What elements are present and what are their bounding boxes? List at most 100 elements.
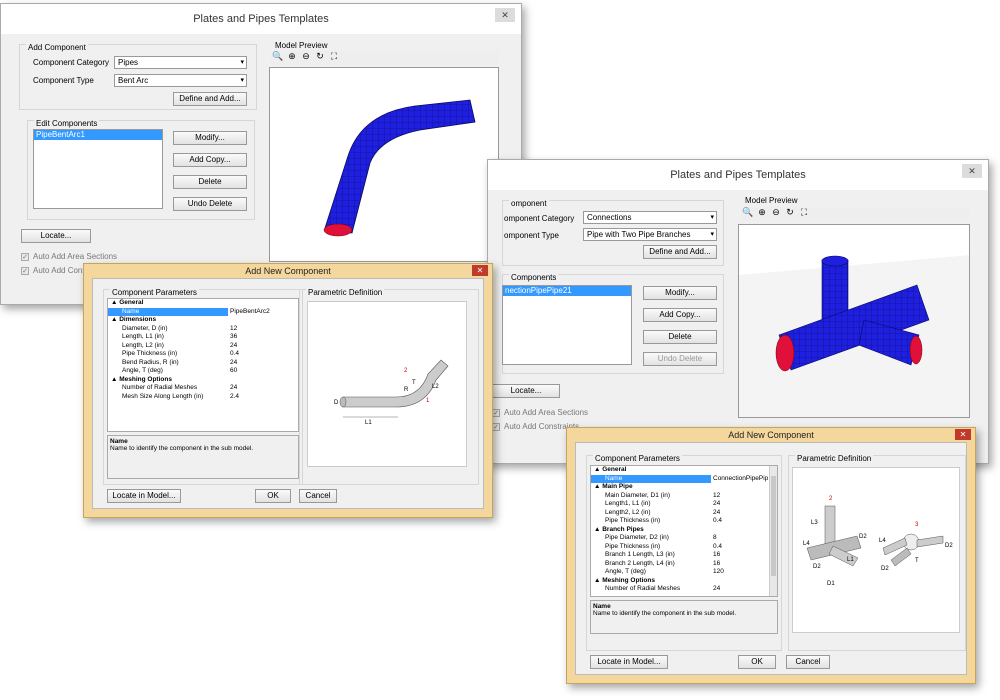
undo-delete-button[interactable]: Undo Delete — [173, 197, 247, 211]
add-copy-button[interactable]: Add Copy... — [173, 153, 247, 167]
locate-in-model-button[interactable]: Locate in Model... — [107, 489, 181, 503]
property-value[interactable]: 24 — [228, 384, 298, 393]
grid-property-row[interactable]: Name PipeBentArc2 — [108, 307, 298, 317]
fit-view-icon[interactable]: ⛶ — [327, 51, 341, 62]
grid-property-row[interactable]: Angle, T (deg) 120 — [591, 568, 777, 577]
zoom-window-icon[interactable]: 🔍 — [741, 207, 755, 218]
fit-view-icon[interactable]: ⛶ — [797, 207, 811, 218]
grid-property-row[interactable]: Bend Radius, R (in) 24 — [108, 359, 298, 368]
property-value[interactable]: 0.4 — [228, 350, 298, 359]
close-button[interactable]: ✕ — [955, 429, 971, 440]
grid-property-row[interactable]: Length1, L1 (in) 24 — [591, 500, 777, 509]
type-select[interactable]: Pipe with Two Pipe Branches ▾ — [583, 228, 717, 241]
auto-area-checkbox[interactable]: ✓ Auto Add Area Sections — [492, 408, 588, 417]
grid-property-row[interactable]: Number of Radial Meshes 24 — [108, 384, 298, 393]
close-button[interactable]: ✕ — [495, 8, 515, 22]
property-grid[interactable]: ▲ General Name ConnectionPipePip ▲ Main Pip… — [590, 465, 778, 597]
grid-property-row[interactable]: Pipe Thickness (in) 0.4 — [108, 350, 298, 359]
property-value[interactable]: 60 — [228, 367, 298, 376]
delete-button[interactable]: Delete — [173, 175, 247, 189]
zoom-out-icon[interactable]: ⊖ — [299, 51, 313, 62]
modify-button[interactable]: Modify... — [173, 131, 247, 145]
property-value[interactable]: 12 — [228, 325, 298, 334]
property-value[interactable] — [228, 316, 298, 325]
property-value[interactable] — [711, 526, 777, 535]
close-button[interactable]: ✕ — [472, 265, 488, 276]
category-select[interactable]: Connections ▾ — [583, 211, 717, 224]
property-value[interactable]: 120 — [711, 568, 777, 577]
list-item[interactable]: PipeBentArc1 — [34, 130, 162, 140]
property-value[interactable]: 16 — [711, 551, 777, 560]
ok-button[interactable]: OK — [255, 489, 291, 503]
property-value[interactable]: 24 — [711, 509, 777, 518]
property-value[interactable]: ConnectionPipePip — [711, 475, 777, 484]
components-list[interactable]: nectionPipePipe21 — [502, 285, 632, 365]
grid-property-row[interactable]: Diameter, D (in) 12 — [108, 325, 298, 334]
property-value[interactable] — [711, 483, 777, 492]
grid-property-row[interactable]: Length2, L2 (in) 24 — [591, 509, 777, 518]
define-add-button[interactable]: Define and Add... — [643, 245, 717, 259]
property-value[interactable]: 2.4 — [228, 393, 298, 402]
grid-category-row[interactable]: ▲ General — [108, 299, 298, 308]
property-value[interactable]: 24 — [711, 585, 777, 594]
rotate-icon[interactable]: ↻ — [313, 51, 327, 62]
components-list[interactable]: PipeBentArc1 — [33, 129, 163, 209]
locate-button[interactable]: Locate... — [492, 384, 560, 398]
delete-button[interactable]: Delete — [643, 330, 717, 344]
undo-delete-button[interactable]: Undo Delete — [643, 352, 717, 366]
property-value[interactable]: 12 — [711, 492, 777, 501]
grid-property-row[interactable]: Number of Radial Meshes 24 — [591, 585, 777, 594]
grid-property-row[interactable]: Name ConnectionPipePip — [591, 474, 777, 484]
property-value[interactable]: 24 — [711, 500, 777, 509]
zoom-out-icon[interactable]: ⊖ — [769, 207, 783, 218]
ok-button[interactable]: OK — [738, 655, 776, 669]
grid-property-row[interactable]: Pipe Diameter, D2 (in) 8 — [591, 534, 777, 543]
list-item[interactable]: nectionPipePipe21 — [503, 286, 631, 296]
grid-property-row[interactable]: Length, L1 (in) 36 — [108, 333, 298, 342]
grid-category-row[interactable]: ▲ Meshing Options — [591, 577, 777, 586]
grid-property-row[interactable]: Pipe Thickness (in) 0.4 — [591, 543, 777, 552]
grid-scrollbar[interactable] — [769, 466, 777, 596]
property-value[interactable]: 16 — [711, 560, 777, 569]
grid-property-row[interactable]: Branch 2 Length, L4 (in) 16 — [591, 560, 777, 569]
grid-category-row[interactable]: ▲ General — [591, 466, 777, 475]
model-preview-canvas[interactable] — [269, 67, 499, 262]
property-value[interactable]: 36 — [228, 333, 298, 342]
type-select[interactable]: Bent Arc ▾ — [114, 74, 247, 87]
grid-property-row[interactable]: Length, L2 (in) 24 — [108, 342, 298, 351]
category-select[interactable]: Pipes ▾ — [114, 56, 247, 69]
property-value[interactable]: 0.4 — [711, 543, 777, 552]
property-value[interactable] — [228, 299, 298, 308]
property-value[interactable] — [711, 466, 777, 475]
grid-property-row[interactable]: Branch 1 Length, L3 (in) 16 — [591, 551, 777, 560]
close-button[interactable]: ✕ — [962, 164, 982, 178]
grid-category-row[interactable]: ▲ Branch Pipes — [591, 526, 777, 535]
rotate-icon[interactable]: ↻ — [783, 207, 797, 218]
property-value[interactable]: 8 — [711, 534, 777, 543]
grid-property-row[interactable]: Pipe Thickness (in) 0.4 — [591, 517, 777, 526]
property-value[interactable]: PipeBentArc2 — [228, 308, 298, 317]
property-value[interactable] — [228, 376, 298, 385]
grid-category-row[interactable]: ▲ Dimensions — [108, 316, 298, 325]
grid-property-row[interactable]: Main Diameter, D1 (in) 12 — [591, 492, 777, 501]
grid-category-row[interactable]: ▲ Meshing Options — [108, 376, 298, 385]
property-grid[interactable]: ▲ General Name PipeBentArc2 ▲ Dimensions Dia… — [107, 298, 299, 432]
zoom-window-icon[interactable]: 🔍 — [271, 51, 285, 62]
grid-property-row[interactable]: Angle, T (deg) 60 — [108, 367, 298, 376]
property-value[interactable]: 24 — [228, 342, 298, 351]
property-value[interactable]: 24 — [228, 359, 298, 368]
modify-button[interactable]: Modify... — [643, 286, 717, 300]
add-copy-button[interactable]: Add Copy... — [643, 308, 717, 322]
property-value[interactable] — [711, 577, 777, 586]
locate-in-model-button[interactable]: Locate in Model... — [590, 655, 668, 669]
grid-property-row[interactable]: Mesh Size Along Length (in) 2.4 — [108, 393, 298, 402]
cancel-button[interactable]: Cancel — [299, 489, 337, 503]
grid-category-row[interactable]: ▲ Main Pipe — [591, 483, 777, 492]
property-value[interactable]: 0.4 — [711, 517, 777, 526]
define-add-button[interactable]: Define and Add... — [173, 92, 247, 106]
zoom-in-icon[interactable]: ⊕ — [755, 207, 769, 218]
scrollbar-thumb[interactable] — [771, 476, 776, 576]
model-preview-canvas[interactable] — [738, 224, 970, 418]
zoom-in-icon[interactable]: ⊕ — [285, 51, 299, 62]
auto-area-checkbox[interactable]: ✓ Auto Add Area Sections — [21, 252, 117, 261]
